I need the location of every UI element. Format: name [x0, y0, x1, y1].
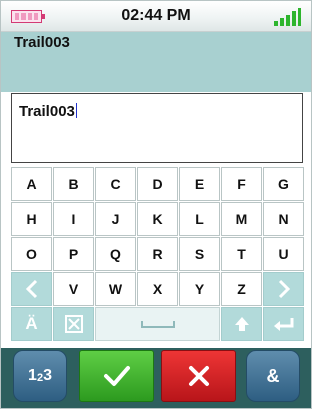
key-b[interactable]: B: [53, 167, 94, 201]
field-title: Trail003: [14, 34, 70, 51]
key-k[interactable]: K: [137, 202, 178, 236]
key-g[interactable]: G: [263, 167, 304, 201]
device-screen: 02:44 PM Trail003 Trail003 A B C D E F G…: [0, 0, 312, 409]
key-p[interactable]: P: [53, 237, 94, 271]
numeric-mode-button[interactable]: 123: [13, 350, 67, 402]
key-y[interactable]: Y: [179, 272, 220, 306]
shift-button[interactable]: [221, 307, 262, 341]
enter-icon: [273, 318, 293, 331]
checkmark-icon: [103, 366, 130, 386]
key-o[interactable]: O: [11, 237, 52, 271]
key-u[interactable]: U: [263, 237, 304, 271]
key-v[interactable]: V: [53, 272, 94, 306]
key-a[interactable]: A: [11, 167, 52, 201]
key-f[interactable]: F: [221, 167, 262, 201]
enter-button[interactable]: [263, 307, 304, 341]
key-q[interactable]: Q: [95, 237, 136, 271]
space-icon: [140, 321, 175, 328]
key-e[interactable]: E: [179, 167, 220, 201]
clear-icon: [64, 315, 83, 333]
keyboard: A B C D E F G H I J K L M N O P Q R S T …: [11, 167, 304, 345]
key-h[interactable]: H: [11, 202, 52, 236]
symbols-mode-button[interactable]: &: [246, 350, 300, 402]
key-x[interactable]: X: [137, 272, 178, 306]
numeric-label-2: 2: [36, 372, 44, 384]
cursor-left-button[interactable]: [11, 272, 52, 306]
cancel-button[interactable]: [161, 350, 236, 402]
key-r[interactable]: R: [137, 237, 178, 271]
key-n[interactable]: N: [263, 202, 304, 236]
numeric-label-1: 1: [28, 367, 37, 384]
clear-button[interactable]: [53, 307, 94, 341]
space-bar[interactable]: [95, 307, 220, 341]
chevron-right-icon: [278, 279, 290, 299]
text-input-value: Trail003: [19, 103, 75, 120]
key-d[interactable]: D: [137, 167, 178, 201]
clock: 02:44 PM: [121, 7, 191, 24]
text-input-value-wrap: Trail003: [19, 103, 77, 120]
confirm-button[interactable]: [79, 350, 154, 402]
key-l[interactable]: L: [179, 202, 220, 236]
key-i[interactable]: I: [53, 202, 94, 236]
key-t[interactable]: T: [221, 237, 262, 271]
arrow-up-icon: [234, 317, 249, 331]
text-cursor: [75, 103, 77, 118]
text-input[interactable]: Trail003: [11, 93, 303, 163]
close-icon: [188, 366, 209, 386]
key-c[interactable]: C: [95, 167, 136, 201]
key-w[interactable]: W: [95, 272, 136, 306]
status-bar: 02:44 PM: [1, 1, 311, 32]
key-m[interactable]: M: [221, 202, 262, 236]
key-s[interactable]: S: [179, 237, 220, 271]
chevron-left-icon: [25, 279, 37, 299]
signal-strength-icon: [274, 8, 301, 26]
cursor-right-button[interactable]: [263, 272, 304, 306]
key-z[interactable]: Z: [221, 272, 262, 306]
umlaut-toggle-button[interactable]: Ä: [11, 307, 52, 341]
numeric-label-3: 3: [43, 367, 52, 384]
key-j[interactable]: J: [95, 202, 136, 236]
